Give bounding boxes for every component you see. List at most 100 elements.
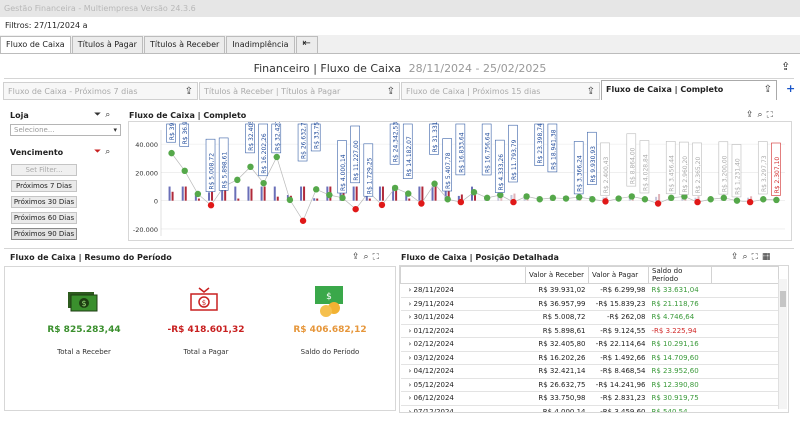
export-icon[interactable]: ⇪ xyxy=(764,84,772,95)
export-icon[interactable]: ⇪ xyxy=(587,86,595,97)
bar-pagar xyxy=(303,186,306,201)
saldo-point xyxy=(549,194,557,202)
search-filter-icon[interactable]: ⌕ xyxy=(364,252,373,262)
expand-arrow-icon[interactable]: › xyxy=(409,313,414,321)
search-filter-icon[interactable]: ⌕ xyxy=(758,110,767,120)
share-icon[interactable]: ⇪ xyxy=(781,60,790,73)
tab-fluxo-caixa[interactable]: Fluxo de Caixa xyxy=(0,36,71,54)
column-header-date[interactable] xyxy=(400,266,526,284)
data-label-text: R$ 4.028,84 xyxy=(642,154,649,191)
search-filter-icon[interactable]: ⌕ xyxy=(105,147,114,157)
table-row[interactable]: › 01/12/2024 R$ 5.898,61 -R$ 9.124,55 -R$ 3… xyxy=(400,324,779,338)
export-icon[interactable]: ⇪ xyxy=(387,86,395,97)
exit-tab-icon[interactable]: ⇤ xyxy=(295,36,318,53)
expand-arrow-icon[interactable]: › xyxy=(409,327,414,335)
data-label: R$ 33.750,98 xyxy=(310,108,321,152)
fullscreen-icon[interactable]: ⛶ xyxy=(767,110,777,120)
add-tab-icon[interactable]: + xyxy=(786,82,795,95)
clear-filter-icon[interactable]: ⏷ xyxy=(94,147,105,157)
filter-icon[interactable]: ⏷ xyxy=(94,110,105,120)
data-label: R$ 18.941,38 xyxy=(547,123,557,173)
search-filter-icon[interactable]: ⌕ xyxy=(105,110,114,120)
table-row[interactable]: › 06/12/2024 R$ 33.750,98 -R$ 2.831,23 R$ 3… xyxy=(400,391,779,406)
expand-arrow-icon[interactable]: › xyxy=(409,340,414,348)
row-saldo: -R$ 3.225,94 xyxy=(648,324,712,338)
proximos-30-dias-button[interactable]: Próximos 30 Dias xyxy=(11,196,77,208)
subtab-completo[interactable]: Fluxo de Caixa | Completo ⇪ xyxy=(601,80,777,100)
saldo-point xyxy=(720,194,728,202)
subtab-7-dias[interactable]: Fluxo de Caixa - Próximos 7 dias ⇪ xyxy=(3,82,198,100)
row-receber: R$ 39.931,02 xyxy=(525,283,589,298)
row-receber: R$ 16.202,26 xyxy=(525,351,589,365)
tab-titulos-pagar[interactable]: Títulos à Pagar xyxy=(71,36,143,53)
tab-inadimplencia[interactable]: Inadimplência xyxy=(226,36,295,53)
search-filter-icon[interactable]: ⌕ xyxy=(743,252,752,262)
row-pagar: -R$ 15.839,23 xyxy=(588,297,649,311)
proximos-7-dias-button[interactable]: Próximos 7 Dias xyxy=(11,180,77,192)
data-label: R$ 32.421,14 xyxy=(271,110,281,154)
export-icon[interactable]: ⇪ xyxy=(352,252,364,262)
row-pagar: -R$ 6.299,98 xyxy=(588,283,649,298)
row-spacer xyxy=(711,283,779,298)
expand-arrow-icon[interactable]: › xyxy=(409,394,414,402)
row-receber: R$ 32.405,80 xyxy=(525,337,589,352)
bar-receber xyxy=(431,186,434,201)
expand-arrow-icon[interactable]: › xyxy=(409,367,414,375)
expand-arrow-icon[interactable]: › xyxy=(409,408,414,412)
proximos-90-dias-button[interactable]: Próximos 90 Dias xyxy=(11,228,77,240)
y-tick-label: 0 xyxy=(154,198,158,206)
column-header-receber[interactable]: Valor à Receber xyxy=(525,266,589,284)
chevron-down-icon: ▾ xyxy=(113,126,117,134)
data-label: R$ 3.366,24 xyxy=(573,141,584,195)
scrollbar[interactable] xyxy=(778,279,787,409)
data-label-text: R$ 8.864,00 xyxy=(629,147,636,184)
data-label-text: R$ 24.342,53 xyxy=(393,122,400,162)
column-header-pagar[interactable]: Valor à Pagar xyxy=(588,266,649,284)
expand-arrow-icon[interactable]: › xyxy=(409,381,414,389)
expand-arrow-icon[interactable]: › xyxy=(409,286,414,294)
row-date: › 01/12/2024 xyxy=(400,324,526,338)
detail-grid: Valor à Receber Valor à Pagar Saldo do P… xyxy=(399,265,789,413)
scrollbar-thumb[interactable] xyxy=(780,291,786,307)
loja-select[interactable]: Selecione... ▾ xyxy=(10,124,121,136)
saldo-point xyxy=(536,196,543,203)
saldo-point xyxy=(444,196,451,203)
excel-icon[interactable]: ▦ xyxy=(762,252,775,262)
table-row[interactable]: › 03/12/2024 R$ 16.202,26 -R$ 1.492,66 R$ 1… xyxy=(400,351,779,365)
bar-receber xyxy=(168,186,171,201)
table-row[interactable]: › 05/12/2024 R$ 26.632,75 -R$ 14.241,96 R$ … xyxy=(400,378,779,392)
saldo-point xyxy=(168,149,175,157)
set-filter-button[interactable]: Set Filter... xyxy=(11,164,77,176)
fullscreen-icon[interactable]: ⛶ xyxy=(373,252,383,262)
y-tick-label: -20.000 xyxy=(133,226,158,234)
export-icon[interactable]: ⇪ xyxy=(731,252,743,262)
export-icon[interactable]: ⇪ xyxy=(746,110,758,120)
table-row[interactable]: › 07/12/2024 R$ 4.000,14 -R$ 3.459,60 R$ 54… xyxy=(400,405,779,412)
expand-arrow-icon[interactable]: › xyxy=(409,354,414,362)
saldo-point xyxy=(654,200,662,207)
bar-pagar xyxy=(658,194,661,201)
row-date: › 04/12/2024 xyxy=(400,364,526,379)
data-label-text: R$ 3.366,24 xyxy=(577,155,584,192)
subtab-titulos[interactable]: Títulos à Receber | Títulos à Pagar ⇪ xyxy=(199,82,400,100)
data-label-text: R$ 36.957,99 xyxy=(182,122,189,144)
data-label-text: R$ 3.200,00 xyxy=(721,155,728,192)
export-icon[interactable]: ⇪ xyxy=(185,86,193,97)
row-date: › 03/12/2024 xyxy=(400,351,526,365)
expand-arrow-icon[interactable]: › xyxy=(409,300,414,308)
table-row[interactable]: › 02/12/2024 R$ 32.405,80 -R$ 22.114,64 R$ … xyxy=(400,337,779,352)
table-row[interactable]: › 29/11/2024 R$ 36.957,99 -R$ 15.839,23 R$ … xyxy=(400,297,779,311)
fullscreen-icon[interactable]: ⛶ xyxy=(752,252,762,262)
bar-pagar xyxy=(408,198,411,201)
subtab-15-dias[interactable]: Fluxo de Caixa | Próximos 15 dias ⇪ xyxy=(401,82,600,100)
data-label: R$ 1.729,25 xyxy=(363,143,373,197)
subtab-label: Fluxo de Caixa | Próximos 15 dias xyxy=(406,87,541,96)
table-row[interactable]: › 28/11/2024 R$ 39.931,02 -R$ 6.299,98 R$ 3… xyxy=(400,283,779,298)
table-row[interactable]: › 04/12/2024 R$ 32.421,14 -R$ 8.468,54 R$ 2… xyxy=(400,364,779,379)
sub-tabs: Fluxo de Caixa - Próximos 7 dias ⇪ Título… xyxy=(3,80,783,100)
proximos-60-dias-button[interactable]: Próximos 60 Dias xyxy=(11,212,77,224)
column-header-saldo[interactable]: Saldo do Período xyxy=(648,266,712,284)
tab-titulos-receber[interactable]: Títulos à Receber xyxy=(143,36,226,53)
divider xyxy=(4,248,794,249)
table-row[interactable]: › 30/11/2024 R$ 5.008,72 -R$ 262,08 R$ 4.74… xyxy=(400,310,779,325)
